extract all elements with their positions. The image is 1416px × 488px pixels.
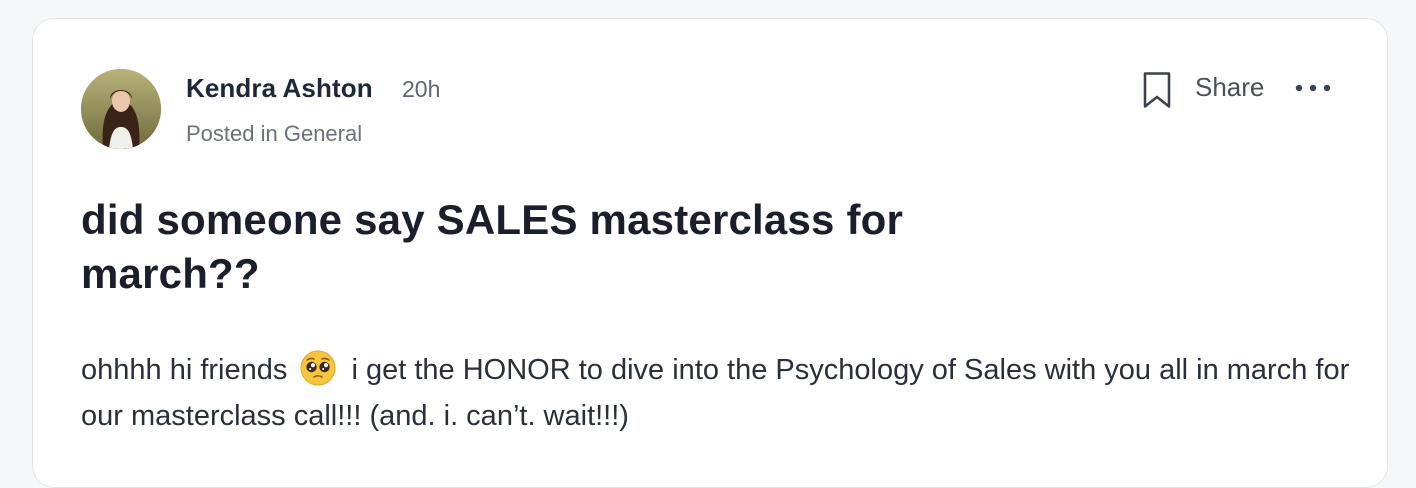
post-category: Posted in General (186, 121, 363, 146)
author-name[interactable]: Kendra Ashton (186, 73, 373, 104)
share-button[interactable]: Share (1195, 72, 1264, 103)
post-body: ohhhh hi friends i get the HONOR to dive… (81, 347, 1371, 439)
post-title: did someone say SALES masterclass for ma… (81, 196, 904, 297)
author-avatar[interactable] (81, 69, 161, 149)
post-body-text-start: ohhhh hi friends (81, 354, 288, 386)
bookmark-icon[interactable] (1139, 70, 1175, 110)
post-timestamp[interactable]: 20h (402, 76, 440, 103)
pleading-face-emoji-icon (299, 349, 337, 387)
post-card: Kendra Ashton 20h Posted in General Shar… (32, 18, 1388, 488)
more-options-icon[interactable] (1293, 77, 1333, 99)
